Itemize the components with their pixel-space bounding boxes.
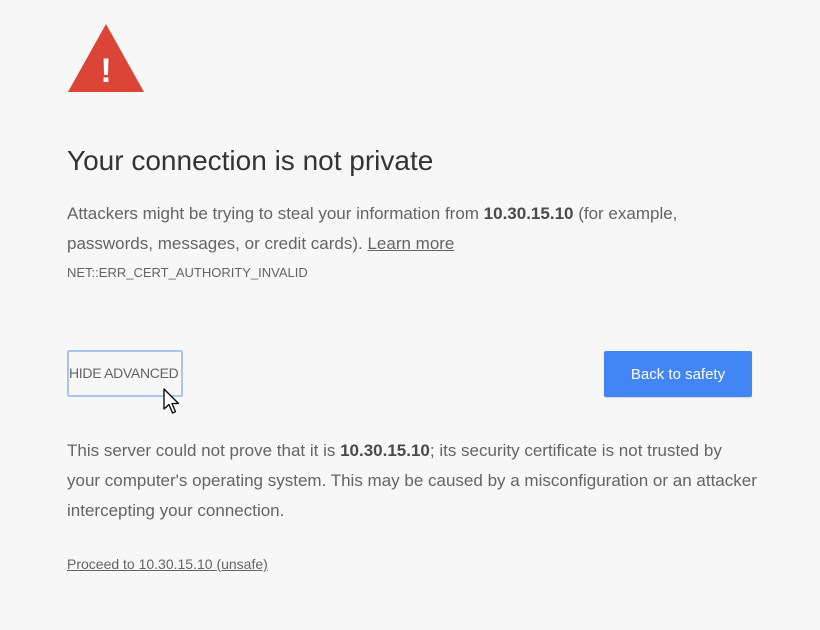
details-message: This server could not prove that it is 1… <box>67 436 757 526</box>
proceed-unsafe-link[interactable]: Proceed to 10.30.15.10 (unsafe) <box>67 556 268 572</box>
learn-more-link[interactable]: Learn more <box>367 234 454 253</box>
page-title: Your connection is not private <box>67 145 434 176</box>
interstitial-page: ! Your connection is not private Attacke… <box>0 0 820 630</box>
main-message: Attackers might be trying to steal your … <box>67 199 747 259</box>
main-message-host: 10.30.15.10 <box>483 204 574 223</box>
mouse-cursor-icon <box>163 388 180 414</box>
warning-glyph: ! <box>100 52 111 90</box>
details-text-1: This server could not prove that it is <box>67 441 341 460</box>
warning-triangle-icon: ! <box>68 24 144 92</box>
error-code: NET::ERR_CERT_AUTHORITY_INVALID <box>67 265 308 280</box>
details-host: 10.30.15.10 <box>340 441 430 460</box>
back-to-safety-button[interactable]: Back to safety <box>604 351 752 397</box>
main-message-text-1: Attackers might be trying to steal your … <box>67 204 484 223</box>
